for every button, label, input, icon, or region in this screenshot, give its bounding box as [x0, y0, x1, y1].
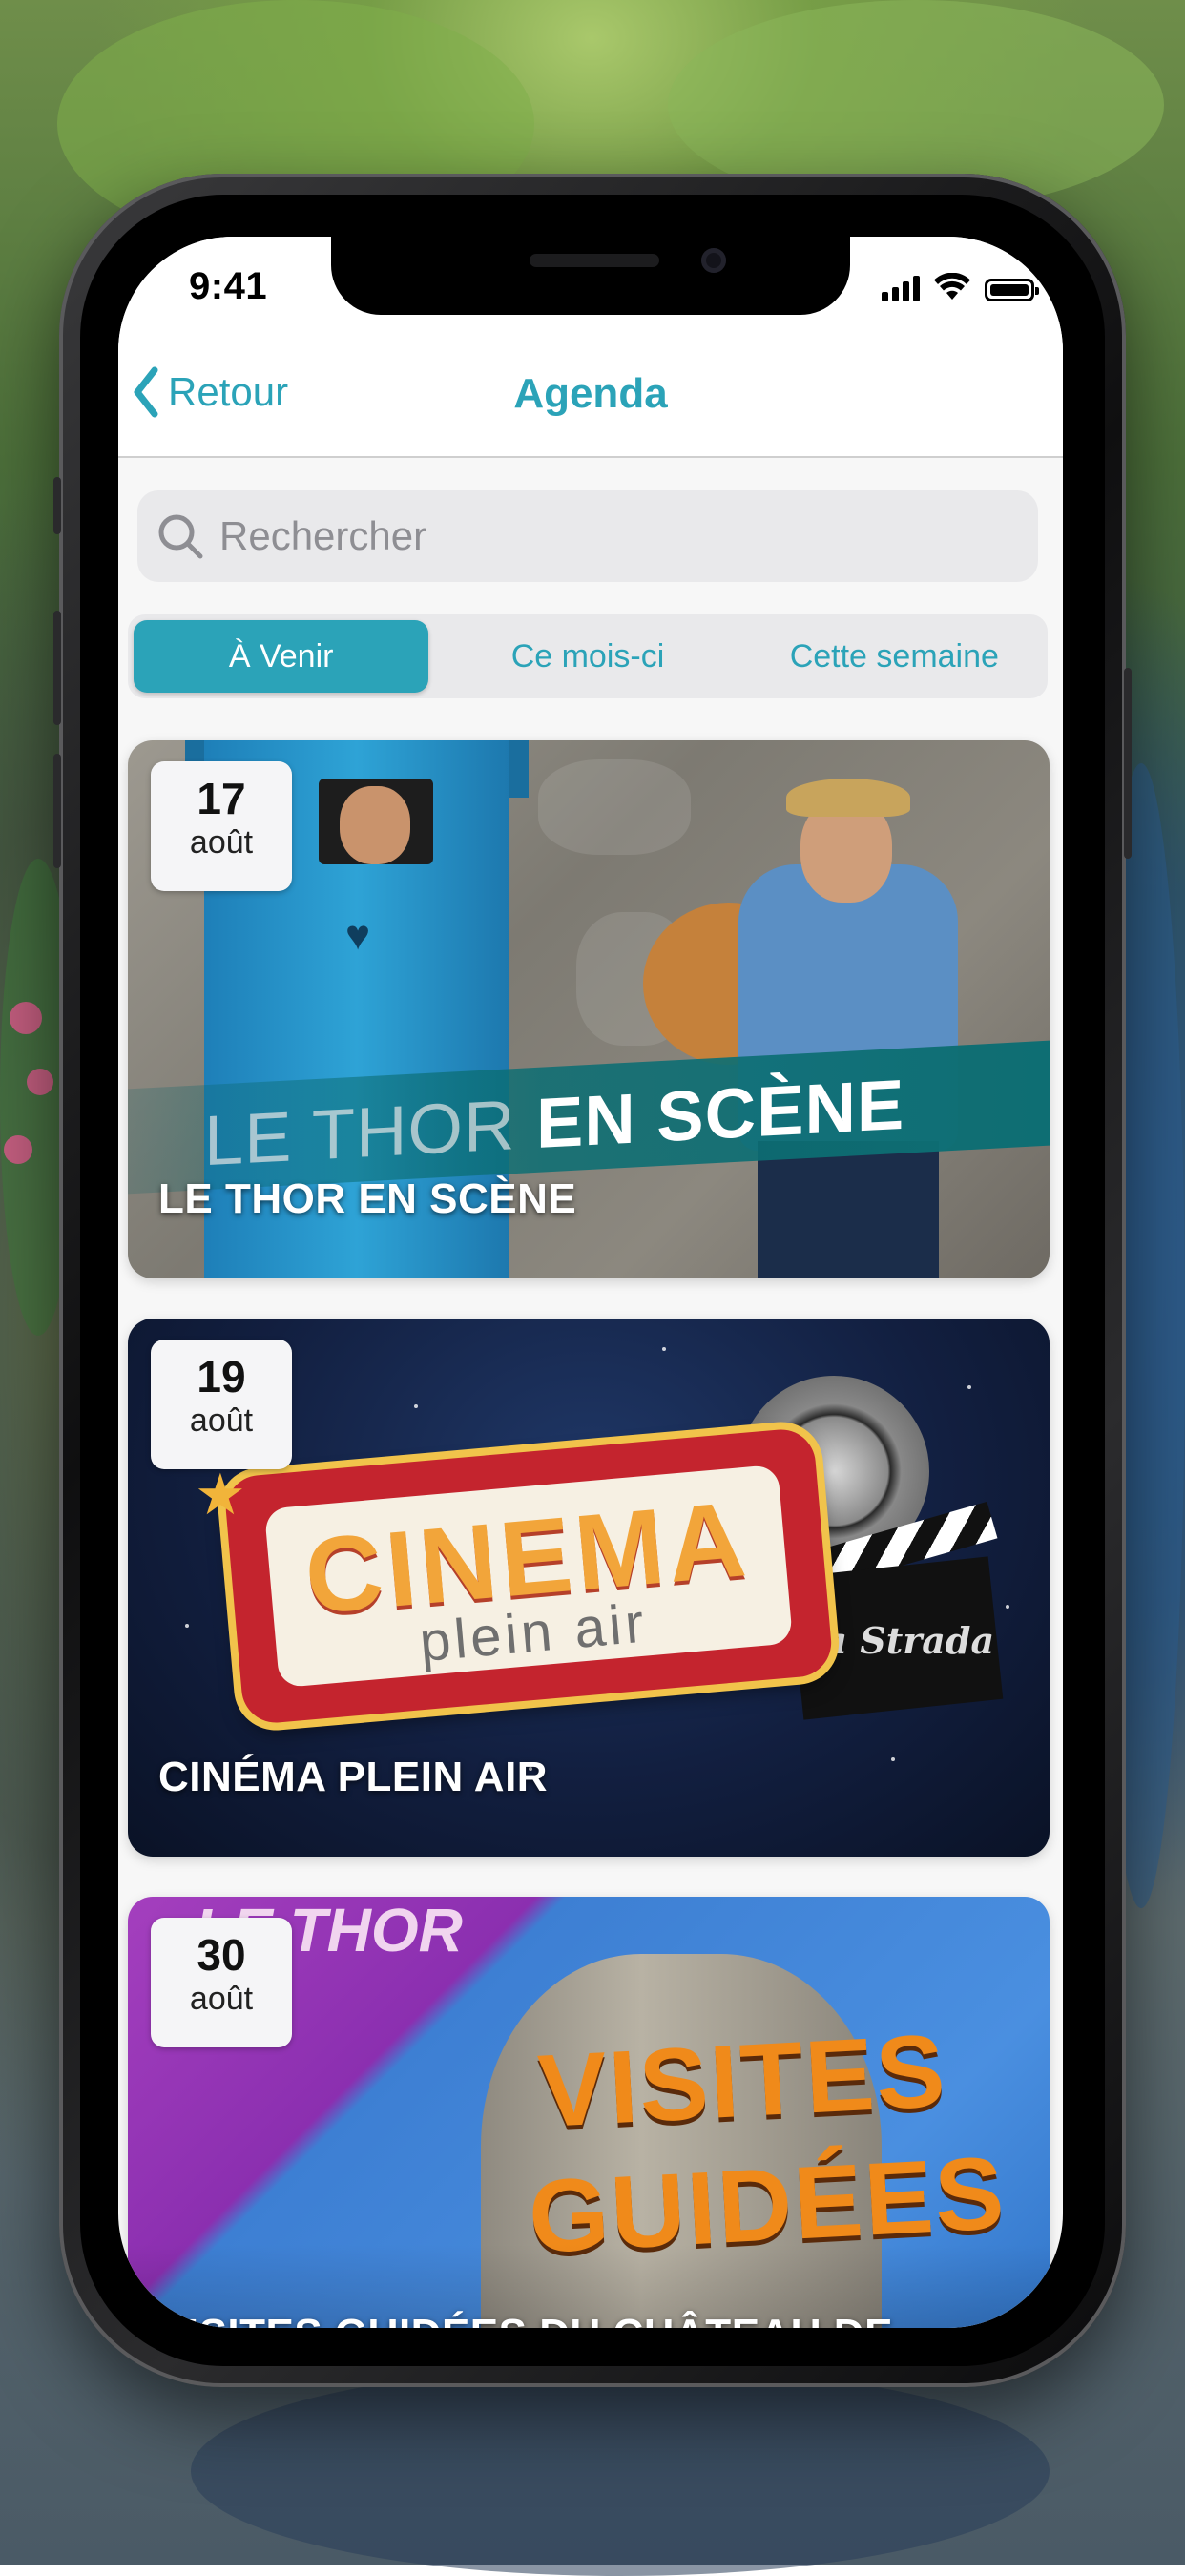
date-month: août — [189, 1981, 254, 2017]
date-badge: 17 août — [151, 761, 292, 891]
event-card[interactable]: LE THOR VISITES GUIDÉES 30 août VISITES … — [128, 1897, 1050, 2328]
event-title: CINÉMA PLEIN AIR — [158, 1754, 549, 1800]
stone-texture — [538, 759, 691, 855]
performer-face — [340, 786, 410, 864]
battery-icon — [985, 279, 1039, 301]
search-icon — [158, 514, 203, 559]
date-day: 19 — [197, 1352, 246, 1402]
guitarist-legs — [758, 1141, 939, 1278]
date-month: août — [189, 824, 254, 861]
segment-a-venir[interactable]: À Venir — [134, 620, 429, 693]
heart-cutout-icon: ♥ — [345, 912, 371, 959]
front-camera — [701, 248, 726, 273]
cinema-marquee-sign: CINEMA plein air — [222, 1426, 835, 1726]
wifi-icon — [934, 273, 970, 300]
date-badge: 19 août — [151, 1340, 292, 1469]
water-shape — [191, 2366, 1050, 2576]
cellular-signal-icon — [882, 275, 920, 301]
search-bar[interactable] — [137, 490, 1038, 582]
event-card[interactable]: la Strada CINEMA plein air ★ 19 août CIN… — [128, 1319, 1050, 1857]
filter-segmented-control: À Venir Ce mois-ci Cette semaine — [128, 614, 1048, 698]
navigation-bar: Retour Agenda — [118, 332, 1063, 458]
search-input[interactable] — [218, 512, 1004, 560]
date-badge: 30 août — [151, 1918, 292, 2047]
star-icon: ★ — [195, 1463, 246, 1527]
brand-logo-text: la Strada — [810, 1619, 995, 1662]
speaker-grille — [530, 254, 659, 267]
guitarist-hat — [786, 779, 910, 817]
page-title: Agenda — [513, 370, 668, 417]
event-title: LE THOR EN SCÈNE — [158, 1175, 577, 1222]
flower-shape — [27, 1069, 53, 1095]
date-day: 17 — [197, 774, 246, 823]
segment-ce-mois-ci[interactable]: Ce mois-ci — [440, 620, 735, 693]
flower-shape — [10, 1002, 42, 1034]
segment-cette-semaine[interactable]: Cette semaine — [747, 620, 1042, 693]
status-time: 9:41 — [189, 265, 268, 307]
date-month: août — [189, 1402, 254, 1439]
status-icons — [882, 273, 1039, 301]
volume-down-button — [53, 754, 61, 868]
flower-shape — [4, 1135, 32, 1164]
event-card[interactable]: ♥ LE THOR EN SCÈNE 17 août LE THOR EN SC… — [128, 740, 1050, 1278]
notch — [331, 237, 850, 315]
date-day: 30 — [197, 1930, 246, 1980]
event-title: VISITES GUIDÉES DU CHÂTEAU DE — [158, 2311, 893, 2328]
power-button — [1124, 668, 1132, 859]
poster-line-1: VISITES — [535, 2011, 949, 2150]
volume-up-button — [53, 611, 61, 725]
phone-screen: 9:41 Retour Agenda Rechercher À Venir Ce… — [118, 237, 1063, 2328]
mute-switch — [53, 477, 61, 534]
